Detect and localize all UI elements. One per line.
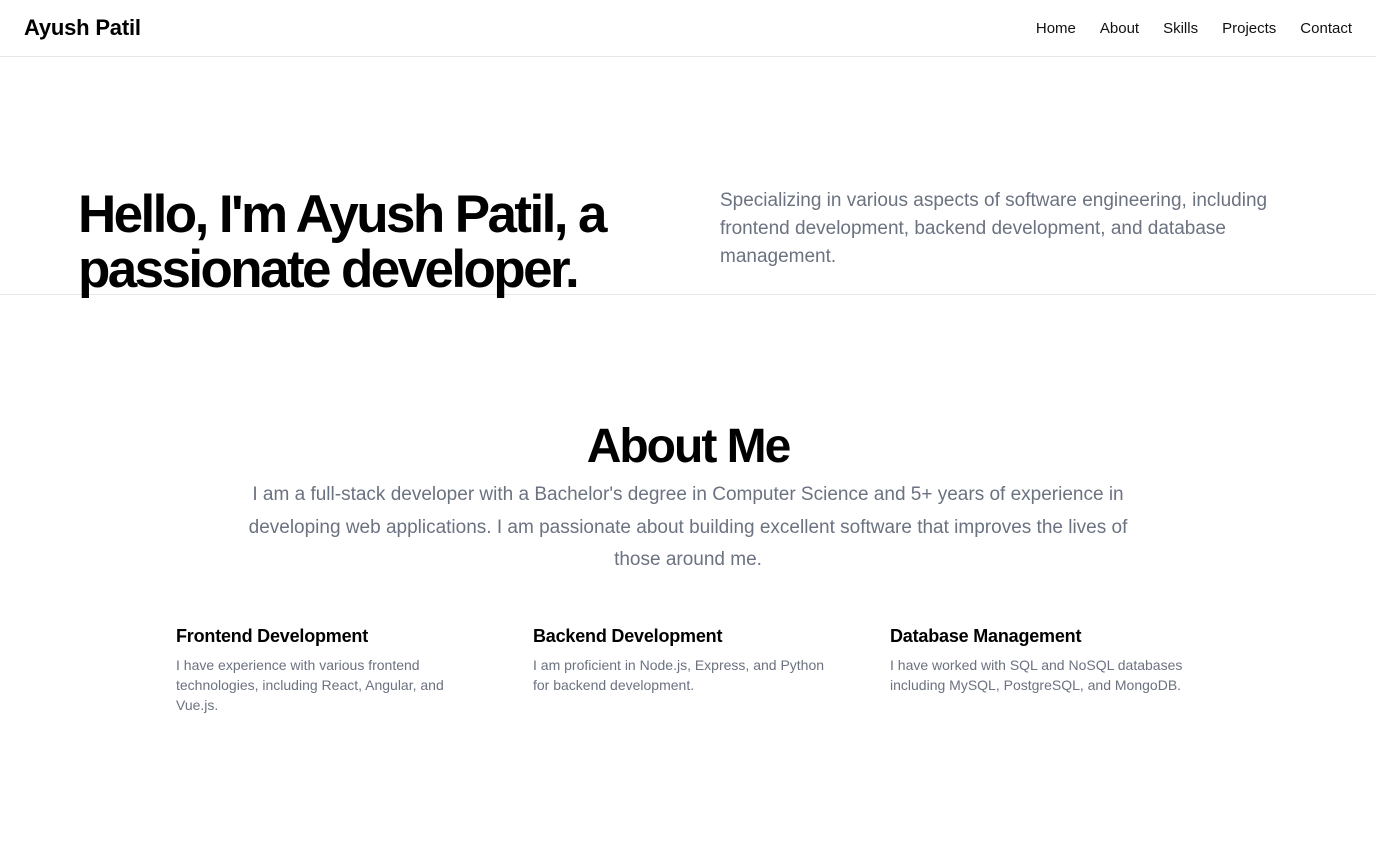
feature-title: Frontend Development (176, 626, 369, 646)
feature-database: Database Management I have worked with S… (890, 626, 1247, 715)
hero-subtitle: Specializing in various aspects of softw… (720, 190, 1268, 267)
feature-text: I have experience with various frontend … (176, 657, 444, 713)
nav-link-about[interactable]: About (1100, 20, 1139, 37)
about-title: About Me (586, 420, 792, 473)
nav-link-projects[interactable]: Projects (1222, 20, 1276, 37)
feature-text: I am proficient in Node.js, Express, and… (533, 657, 825, 693)
nav-link-home[interactable]: Home (1036, 20, 1076, 37)
site-header: Ayush Patil Home About Skills Projects C… (0, 0, 1376, 57)
main-nav: Home About Skills Projects Contact (1036, 20, 1352, 37)
feature-text: I have worked with SQL and NoSQL databas… (890, 657, 1183, 693)
nav-link-contact[interactable]: Contact (1300, 20, 1352, 37)
feature-backend: Backend Development I am proficient in N… (533, 626, 890, 715)
brand-logo-link[interactable]: Ayush Patil (24, 15, 141, 41)
about-text: I am a full-stack developer with a Bache… (248, 484, 1128, 570)
feature-list: Frontend Development I have experience w… (176, 626, 1248, 715)
nav-link-skills[interactable]: Skills (1163, 20, 1198, 37)
feature-frontend: Frontend Development I have experience w… (176, 626, 533, 715)
feature-title: Backend Development (533, 626, 723, 646)
hero-title: Hello, I'm Ayush Patil, a passionate dev… (78, 185, 607, 299)
feature-title: Database Management (890, 626, 1082, 646)
hero-section: Hello, I'm Ayush Patil, a passionate dev… (0, 57, 1376, 299)
about-section: About Me I am a full-stack developer wit… (0, 295, 1376, 844)
